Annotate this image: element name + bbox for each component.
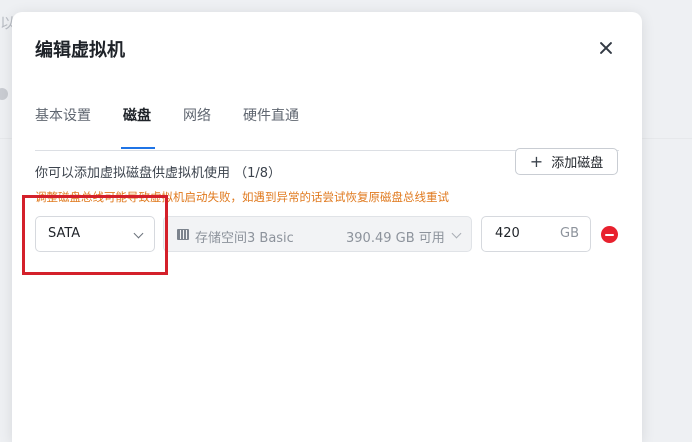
remove-disk-icon[interactable] [601,226,618,243]
storage-pool-free: 390.49 GB 可用 [346,231,445,246]
disk-size-unit: GB [560,226,579,241]
storage-pool-select[interactable]: 存储空间3 Basic 390.49 GB 可用 [163,216,472,252]
bus-change-warning: 调整磁盘总线可能导致虚拟机启动失败，如遇到异常的话尝试恢复原磁盘总线重试 [35,190,449,204]
tab-basic-settings[interactable]: 基本设置 [35,105,91,125]
tab-disk[interactable]: 磁盘 [123,105,151,125]
add-disk-label: 添加磁盘 [551,156,604,171]
tab-network[interactable]: 网络 [183,105,211,125]
chevron-down-icon [451,228,462,239]
close-icon[interactable] [598,40,614,56]
background-dot [0,88,8,100]
disk-storage-icon [177,229,189,240]
disk-bus-value: SATA [48,226,81,241]
storage-pool-name: 存储空间3 Basic [195,231,294,246]
disk-count-info: 你可以添加虚拟磁盘供虚拟机使用 （1/8） [35,166,282,181]
disk-bus-select[interactable]: SATA [35,216,155,252]
chevron-down-icon [133,228,144,239]
disk-size-value: 420 [495,226,520,241]
dialog-title: 编辑虚拟机 [35,40,125,61]
tab-bar: 基本设置 磁盘 网络 硬件直通 [35,102,619,151]
plus-icon: + [529,151,544,171]
active-tab-indicator [121,147,155,149]
edit-vm-dialog: 编辑虚拟机 基本设置 磁盘 网络 硬件直通 你可以添加虚拟磁盘供虚拟机使用 （1… [12,12,642,442]
add-disk-button[interactable]: + 添加磁盘 [515,148,618,175]
tab-hardware-passthrough[interactable]: 硬件直通 [243,105,299,125]
disk-size-input[interactable]: 420 GB [481,216,591,252]
